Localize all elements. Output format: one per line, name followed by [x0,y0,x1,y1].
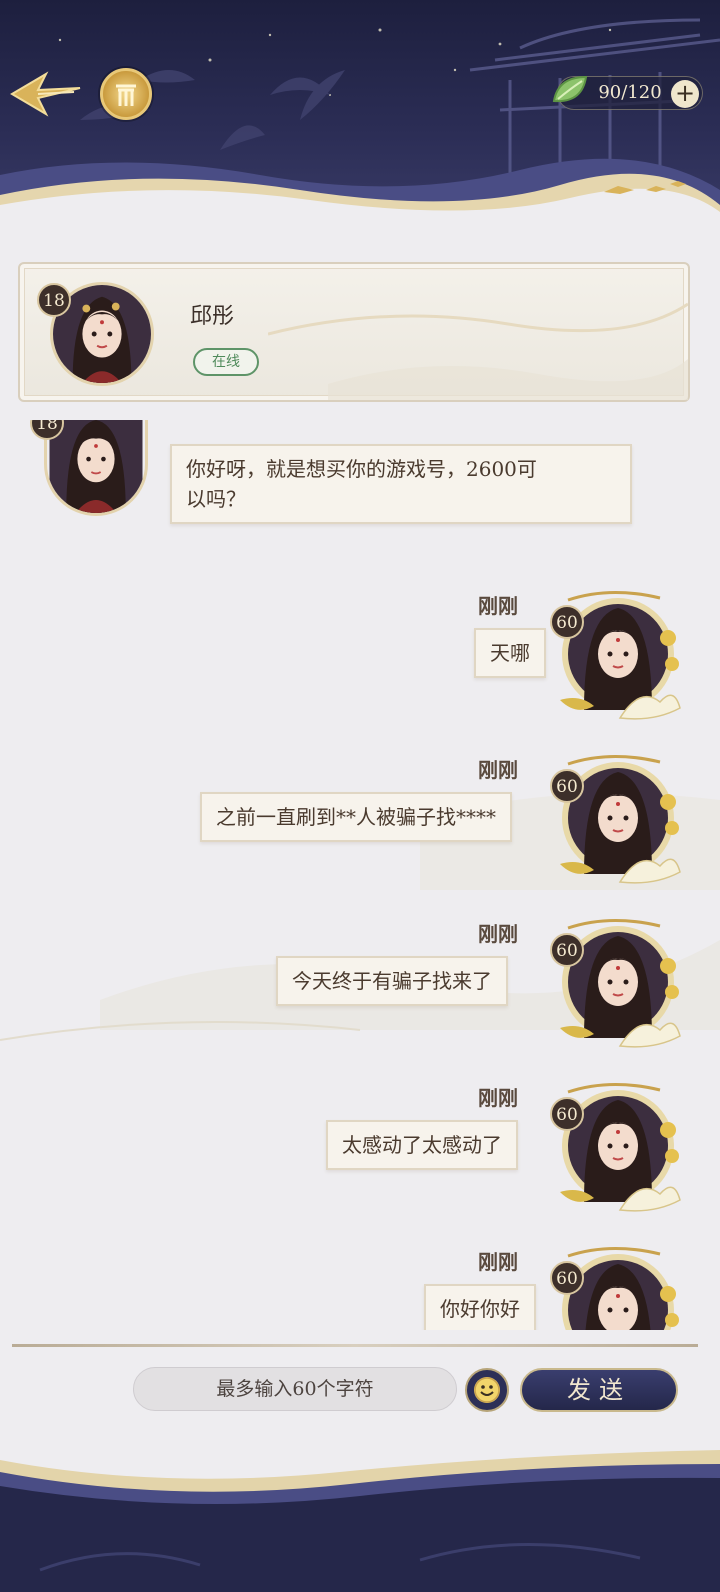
message-text-line: 你好呀，就是想买你的游戏号，2600可 [186,457,537,481]
add-stamina-button[interactable]: + [671,80,699,108]
my-level-badge: 60 [550,933,584,967]
message-time: 刚刚 [478,1250,518,1274]
message-time: 刚刚 [478,1086,518,1110]
message-text-line: 以吗？ [186,487,246,511]
profile-level-badge: 18 [37,283,71,317]
received-message-bubble: 你好呀，就是想买你的游戏号，2600可 以吗？ [170,444,632,524]
card-cloud-decoration [268,302,688,400]
online-status-badge: 在线 [193,348,259,376]
lady-portrait-icon [49,420,143,513]
back-arrow-icon [10,71,81,117]
sent-message-bubble: 之前一直刷到**人被骗子找**** [200,792,512,842]
home-button[interactable] [100,68,152,120]
bottom-banner-artwork [0,1450,720,1592]
home-gate-icon [116,84,136,106]
message-time: 刚刚 [478,594,518,618]
message-time: 刚刚 [478,922,518,946]
message-time: 刚刚 [478,758,518,782]
stamina-value: 90/120 [598,82,662,103]
my-level-badge: 60 [550,1261,584,1295]
my-level-badge: 60 [550,769,584,803]
top-banner: 90/120 + [0,0,720,235]
send-button[interactable]: 发送 [520,1368,678,1412]
sent-message-bubble: 你好你好 [424,1284,536,1330]
back-button[interactable] [8,68,84,120]
message-input[interactable]: 最多输入60个字符 [133,1367,457,1411]
chat-message-list[interactable]: 18 你好呀，就是想买你的游戏号，2600可 以吗？ 刚刚 天哪 60 刚刚 之… [0,420,720,1330]
leaf-icon [552,75,588,103]
my-level-badge: 60 [550,1097,584,1131]
input-divider [12,1344,698,1347]
sent-message-bubble: 今天终于有骗子找来了 [276,956,508,1006]
my-level-badge: 60 [550,605,584,639]
profile-name: 邱彤 [190,304,235,329]
smiley-icon [474,1377,500,1403]
stamina-counter: 90/120 + [552,75,703,110]
sent-message-bubble: 太感动了太感动了 [326,1120,518,1170]
sent-message-bubble: 天哪 [474,628,546,678]
emoji-button[interactable] [465,1368,509,1412]
birds-decoration [604,181,686,194]
